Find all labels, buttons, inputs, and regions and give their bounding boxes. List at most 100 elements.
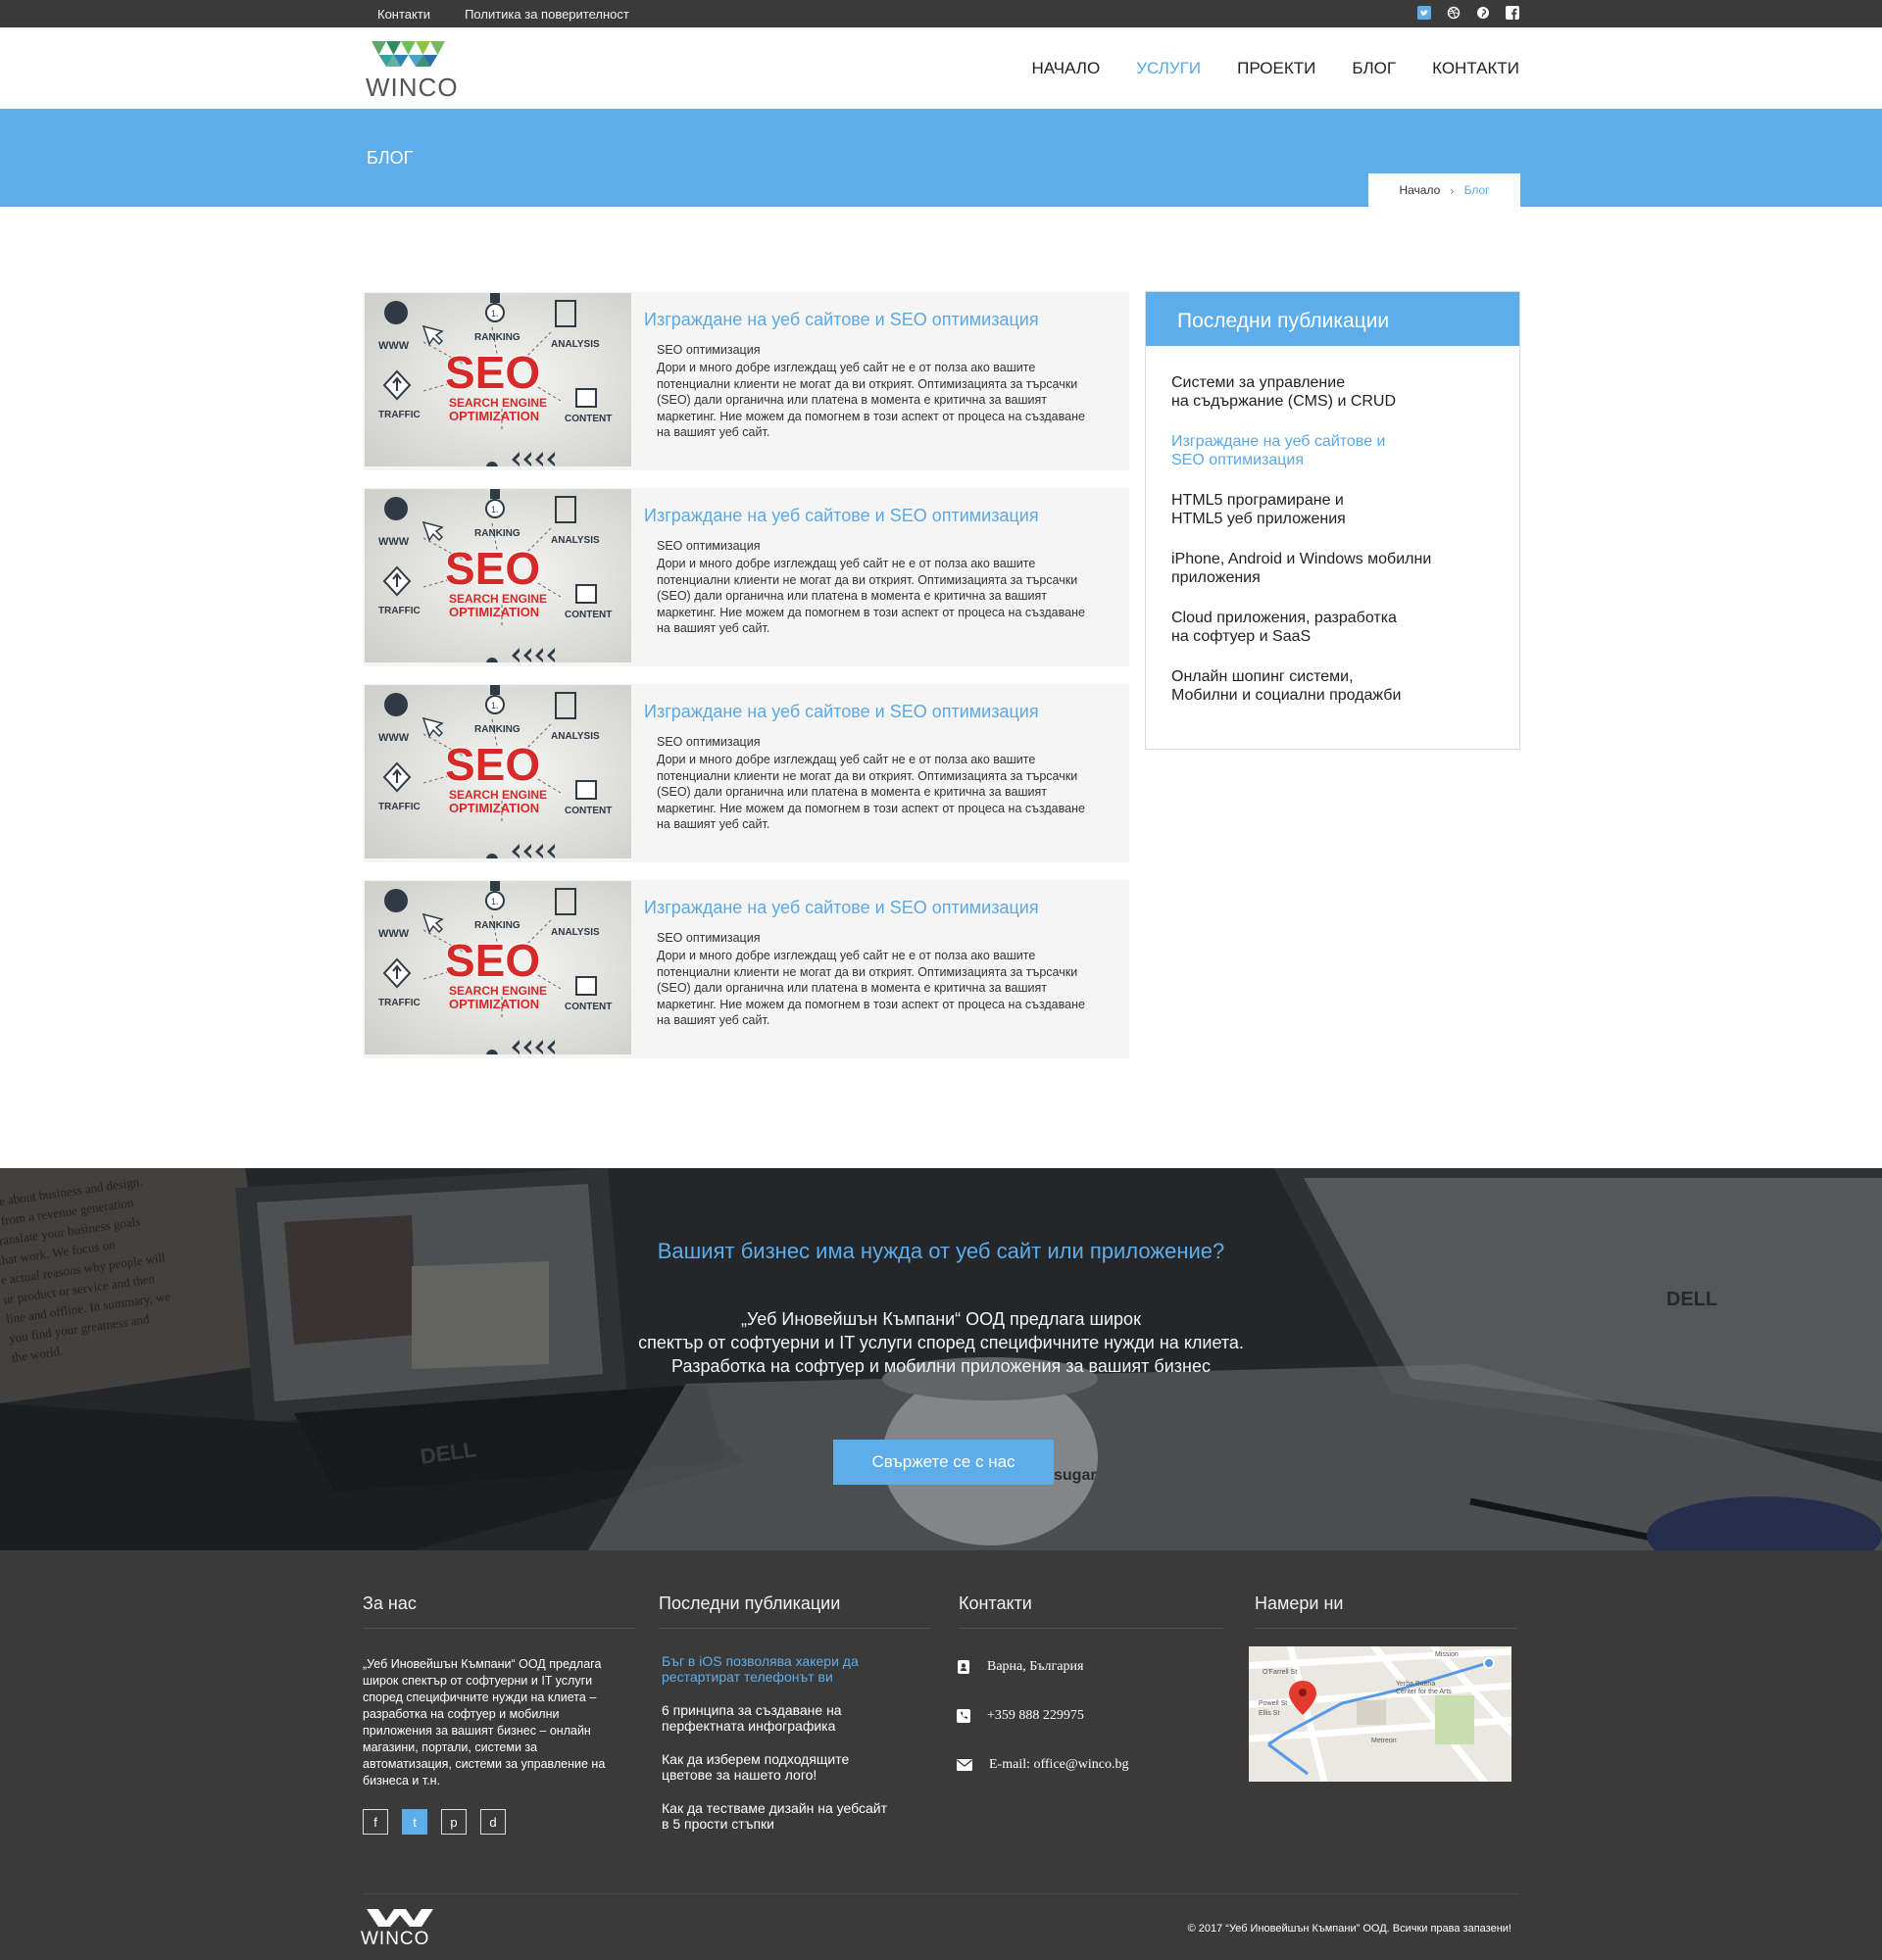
svg-text:CONTENT: CONTENT (565, 806, 612, 816)
footer-posts-column: Последни публикации (659, 1593, 931, 1629)
main-nav: НАЧАЛО УСЛУГИ ПРОЕКТИ БЛОГ КОНТАКТИ (995, 27, 1519, 109)
post-title[interactable]: Изграждане на уеб сайтове и SEO оптимиза… (644, 506, 1039, 526)
svg-text:RANKING: RANKING (474, 332, 520, 343)
svg-text:TRAFFIC: TRAFFIC (378, 606, 421, 616)
svg-text:OPTIMIZATION: OPTIMIZATION (449, 409, 539, 423)
svg-text:ANALYSIS: ANALYSIS (551, 731, 600, 742)
facebook-icon[interactable]: f (363, 1809, 388, 1835)
post-subtitle: SEO оптимизация (657, 931, 761, 945)
footer-address: Варна, България (956, 1655, 1128, 1679)
footer-post-link[interactable]: Как да изберем подходящите цветове за на… (662, 1751, 907, 1783)
svg-text:1.: 1. (491, 309, 499, 318)
phone-icon (957, 1709, 970, 1723)
svg-text:SEARCH ENGINE: SEARCH ENGINE (449, 788, 547, 802)
svg-text:TRAFFIC: TRAFFIC (378, 998, 421, 1008)
post-thumbnail[interactable]: WWW 1. RANKING ANALYSIS SEO SEARCH ENGIN… (365, 489, 631, 662)
footer-contacts-column: Контакти (959, 1593, 1223, 1629)
breadcrumb-current: Блог (1463, 183, 1490, 197)
svg-text:1.: 1. (491, 897, 499, 906)
breadcrumb: Начало › Блог (1368, 173, 1520, 207)
nav-blog[interactable]: БЛОГ (1352, 59, 1396, 78)
svg-text:SEO: SEO (445, 543, 540, 594)
sidebar-item-seo[interactable]: Изграждане на уеб сайтове и SEO оптимиза… (1171, 432, 1485, 469)
pinterest-icon[interactable]: p (441, 1809, 467, 1835)
address-text: Варна, България (987, 1659, 1084, 1674)
dribbble-icon[interactable]: d (480, 1809, 506, 1835)
cta-title: Вашият бизнес има нужда от уеб сайт или … (657, 1239, 1225, 1263)
post-title[interactable]: Изграждане на уеб сайтове и SEO оптимиза… (644, 310, 1039, 330)
post-excerpt: Дори и много добре изглеждащ уеб сайт не… (657, 949, 1085, 1027)
footer-post-link[interactable]: 6 принципа за създаване на перфектната и… (662, 1702, 907, 1734)
top-links: Контакти Политика за поверителност (377, 0, 664, 27)
page-title: БЛОГ (367, 148, 414, 168)
svg-text:ANALYSIS: ANALYSIS (551, 535, 600, 546)
sidebar-item-cms[interactable]: Системи за управление на съдържание (CMS… (1171, 373, 1485, 411)
blog-post-card: WWW 1. RANKING ANALYSIS SEO SEARCH ENGIN… (363, 292, 1129, 470)
twitter-icon[interactable] (1417, 6, 1431, 20)
svg-text:O'Farrell St: O'Farrell St (1263, 1669, 1297, 1676)
footer-social: f t p d (363, 1809, 520, 1835)
header: WINCO НАЧАЛО УСЛУГИ ПРОЕКТИ БЛОГ КОНТАКТ… (0, 27, 1882, 109)
recent-posts-sidebar: Последни публикации Системи за управлени… (1145, 291, 1520, 750)
footer-posts-title: Последни публикации (659, 1593, 931, 1629)
post-thumbnail[interactable]: WWW 1. RANKING ANALYSIS SEO SEARCH ENGIN… (365, 293, 631, 466)
nav-home[interactable]: НАЧАЛО (1031, 59, 1100, 78)
sidebar-item-shopping[interactable]: Онлайн шопинг системи, Мобилни и социалн… (1171, 667, 1485, 705)
seo-thumbnail-image[interactable]: WWW 1. RANKING ANALYSIS SEO SEARCH ENGIN… (365, 489, 631, 662)
footer-post-link[interactable]: Бъг в iOS позволява хакери да рестартира… (662, 1653, 907, 1685)
footer-divider (363, 1893, 1519, 1894)
seo-thumbnail-image[interactable]: WWW 1. RANKING ANALYSIS SEO SEARCH ENGIN… (365, 685, 631, 858)
top-bar: Контакти Политика за поверителност (0, 0, 1882, 27)
sidebar-item-cloud[interactable]: Cloud приложения, разработка на софтуер … (1171, 609, 1485, 646)
footer-map-column: Намери ни (1255, 1593, 1517, 1629)
winco-logo-mark-white[interactable] (365, 1905, 435, 1931)
post-title[interactable]: Изграждане на уеб сайтове и SEO оптимиза… (644, 898, 1039, 918)
twitter-icon[interactable]: t (402, 1809, 427, 1835)
svg-text:CONTENT: CONTENT (565, 414, 612, 424)
post-excerpt: Дори и много добре изглеждащ уеб сайт не… (657, 361, 1085, 439)
nav-contacts[interactable]: КОНТАКТИ (1432, 59, 1519, 78)
cta-text: „Уеб Иновейшън Къмпани“ ООД предлага шир… (638, 1309, 1244, 1376)
sidebar-item-html5[interactable]: HTML5 програмиране и HTML5 уеб приложени… (1171, 491, 1485, 528)
chevron-right-icon: › (1450, 182, 1455, 198)
svg-text:RANKING: RANKING (474, 920, 520, 931)
dribbble-icon[interactable] (1447, 6, 1461, 20)
post-thumbnail[interactable]: WWW 1. RANKING ANALYSIS SEO SEARCH ENGIN… (365, 881, 631, 1054)
sidebar-title: Последни публикации (1177, 310, 1390, 332)
footer-post-link[interactable]: Как да тестваме дизайн на уебсайт в 5 пр… (662, 1800, 907, 1832)
footer-email: E-mail: office@winco.bg (956, 1753, 1128, 1777)
svg-text:SEO: SEO (445, 739, 540, 790)
nav-services[interactable]: УСЛУГИ (1136, 59, 1201, 78)
blog-post-card: WWW 1. RANKING ANALYSIS SEO SEARCH ENGIN… (363, 880, 1129, 1058)
contact-us-button[interactable]: Свържете се с нас (833, 1440, 1054, 1485)
footer-contacts-list: Варна, България +359 888 229975 E-mail: … (956, 1655, 1128, 1802)
post-title[interactable]: Изграждане на уеб сайтове и SEO оптимиза… (644, 702, 1039, 722)
footer-map-title: Намери ни (1255, 1593, 1517, 1629)
svg-text:OPTIMIZATION: OPTIMIZATION (449, 997, 539, 1011)
svg-text:SEO: SEO (445, 935, 540, 986)
phone-text[interactable]: +359 888 229975 (987, 1708, 1084, 1724)
email-text[interactable]: E-mail: office@winco.bg (989, 1757, 1128, 1773)
post-thumbnail[interactable]: WWW 1. RANKING ANALYSIS SEO SEARCH ENGIN… (365, 685, 631, 858)
envelope-icon (957, 1759, 972, 1771)
svg-text:Yerba Buena: Yerba Buena (1396, 1681, 1435, 1688)
top-link-contacts[interactable]: Контакти (377, 7, 430, 22)
pinterest-icon[interactable] (1476, 6, 1490, 20)
breadcrumb-home[interactable]: Начало (1399, 183, 1440, 197)
logo-text[interactable]: WINCO (366, 73, 459, 103)
post-subtitle: SEO оптимизация (657, 735, 761, 749)
svg-text:WWW: WWW (378, 536, 410, 548)
sidebar-item-mobile[interactable]: iPhone, Android и Windows мобилни прилож… (1171, 550, 1485, 587)
svg-text:CONTENT: CONTENT (565, 610, 612, 620)
seo-thumbnail-image[interactable]: WWW 1. RANKING ANALYSIS SEO SEARCH ENGIN… (365, 293, 631, 466)
location-map[interactable]: O'Farrell St Ellis St Powell St Metreon … (1249, 1646, 1511, 1782)
nav-projects[interactable]: ПРОЕКТИ (1237, 59, 1315, 78)
facebook-icon[interactable] (1506, 6, 1519, 20)
footer-logo-text[interactable]: WINCO (361, 1929, 429, 1950)
svg-text:Metreon: Metreon (1371, 1738, 1397, 1744)
top-link-privacy[interactable]: Политика за поверителност (465, 7, 629, 22)
svg-text:CONTENT: CONTENT (565, 1002, 612, 1012)
seo-thumbnail-image[interactable]: WWW 1. RANKING ANALYSIS SEO SEARCH ENGIN… (365, 881, 631, 1054)
svg-text:OPTIMIZATION: OPTIMIZATION (449, 605, 539, 619)
post-subtitle: SEO оптимизация (657, 343, 761, 357)
